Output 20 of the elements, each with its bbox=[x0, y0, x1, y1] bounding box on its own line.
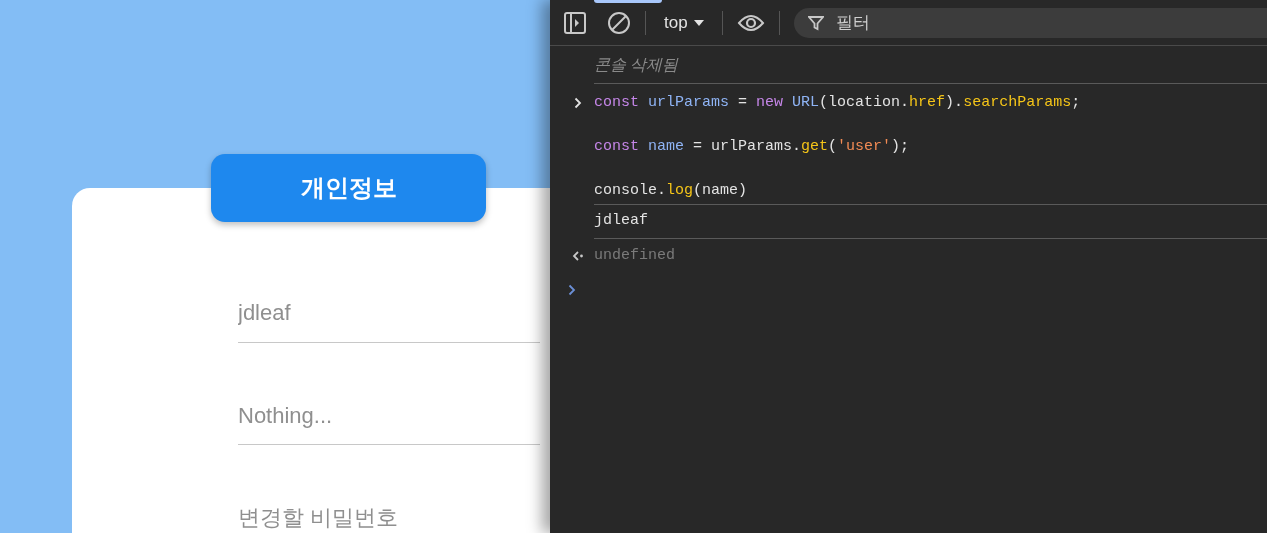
filter-field[interactable]: 필터 bbox=[793, 7, 1267, 38]
filter-icon bbox=[807, 14, 824, 31]
console-message: 콘솔 삭제됨 bbox=[594, 54, 679, 75]
text-field[interactable]: jdleaf bbox=[238, 284, 540, 343]
eye-icon[interactable] bbox=[736, 12, 765, 33]
prompt-icon bbox=[568, 284, 576, 296]
text-field[interactable]: Nothing... bbox=[238, 386, 540, 446]
return-value: undefined bbox=[594, 245, 675, 266]
clear-console-icon[interactable] bbox=[607, 10, 631, 35]
code-line: console.log(name) bbox=[594, 181, 748, 201]
sidebar-toggle-icon[interactable] bbox=[563, 10, 587, 35]
console-output: jdleaf bbox=[594, 211, 648, 232]
return-arrow-icon bbox=[572, 251, 584, 261]
code-line: const urlParams = new URL(location.href).searchParams; bbox=[594, 93, 1081, 113]
code-line: const name = urlParams.get('user'); bbox=[594, 137, 910, 157]
chevron-icon bbox=[574, 97, 582, 109]
context-dropdown[interactable]: top bbox=[660, 9, 708, 36]
header-banner: 개인정보 bbox=[211, 154, 486, 222]
caret-icon bbox=[693, 18, 704, 27]
text-field[interactable]: 변경할 비밀번호 bbox=[238, 489, 540, 533]
